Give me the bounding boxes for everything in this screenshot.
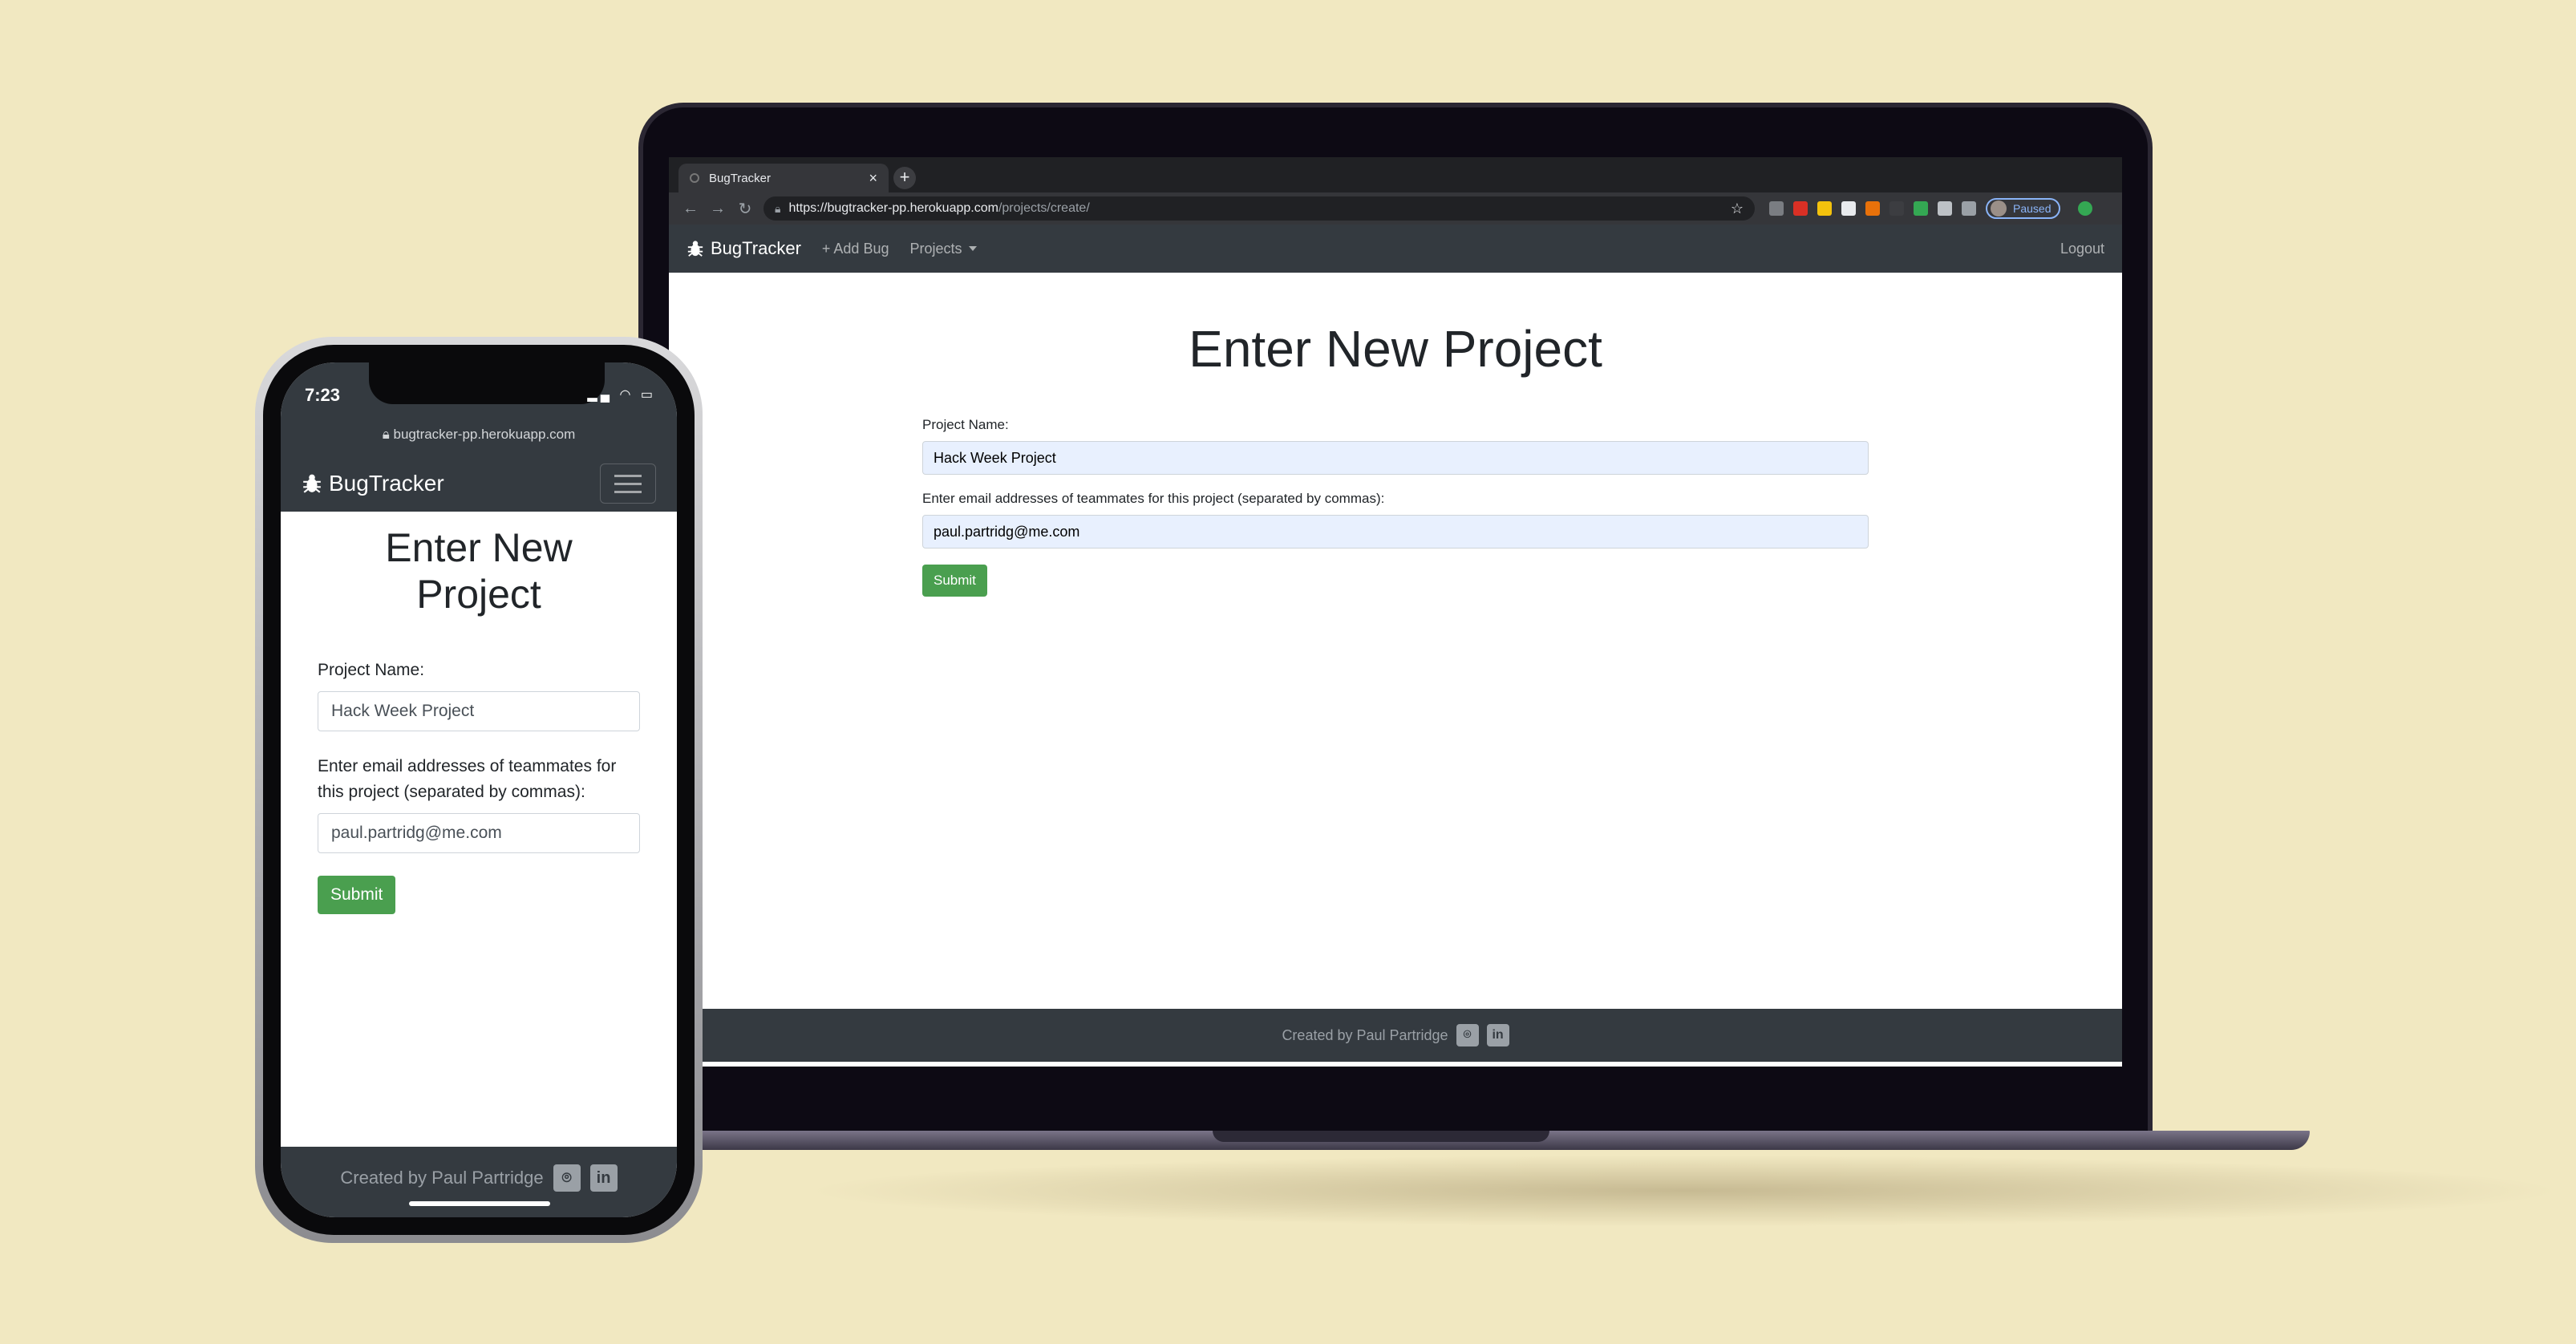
- browser-tab[interactable]: BugTracker ×: [678, 164, 889, 192]
- phone-url: bugtracker-pp.herokuapp.com: [393, 427, 576, 442]
- linkedin-icon[interactable]: in: [589, 1164, 618, 1192]
- phone-screen: 7:23 ▂▄ ◠ ▭ 🔒︎ bugtracker-pp.herokuapp.c…: [281, 362, 677, 1217]
- main-content: Enter New Project Project Name: Hack Wee…: [669, 273, 2122, 1009]
- home-indicator[interactable]: [409, 1201, 550, 1206]
- new-tab-button[interactable]: +: [893, 167, 916, 189]
- lock-icon: 🔒︎: [775, 201, 781, 215]
- back-arrow-icon[interactable]: ←: [677, 200, 704, 218]
- menu-toggle-button[interactable]: [600, 464, 656, 504]
- new-project-form: Project Name: Hack Week Project Enter em…: [922, 417, 1869, 597]
- laptop-screen: BugTracker × + ← → ↻ 🔒︎ https://bugtrack…: [669, 157, 2122, 1067]
- browser-toolbar: ← → ↻ 🔒︎ https://bugtracker-pp.herokuapp…: [669, 192, 2122, 225]
- close-icon[interactable]: ×: [869, 170, 877, 187]
- app-navbar: BugTracker + Add Bug Projects Logout: [669, 225, 2122, 273]
- extensions-bar: Paused: [1769, 198, 2093, 219]
- submit-button[interactable]: Submit: [922, 565, 987, 597]
- phone-status-bar: 7:23 ▂▄ ◠ ▭ 🔒︎ bugtracker-pp.herokuapp.c…: [281, 362, 677, 455]
- extension-icon[interactable]: [1865, 201, 1880, 216]
- project-name-label: Project Name:: [318, 661, 425, 679]
- page-title: Enter New Project: [385, 525, 573, 617]
- hamburger-icon: [614, 474, 642, 477]
- page-title: Enter New Project: [1189, 320, 1602, 378]
- globe-icon: [690, 173, 699, 183]
- lock-icon: 🔒︎: [382, 427, 394, 442]
- url-host: https://bugtracker-pp.herokuapp.com: [788, 201, 998, 215]
- browser-tab-title: BugTracker: [709, 171, 771, 185]
- puzzle-icon[interactable]: [1962, 201, 1976, 216]
- avatar: [1991, 200, 2007, 217]
- brand-link[interactable]: BugTracker: [302, 471, 444, 496]
- nav-logout[interactable]: Logout: [2060, 241, 2104, 257]
- brand-name: BugTracker: [329, 471, 444, 496]
- emails-input[interactable]: paul.partridg@me.com: [922, 515, 1869, 549]
- laptop-hinge: [1213, 1131, 1549, 1142]
- extension-icon[interactable]: [1889, 201, 1904, 216]
- url-path: /projects/create/: [998, 201, 1090, 215]
- footer-credit: Created by Paul Partridge: [340, 1168, 544, 1188]
- extension-icon[interactable]: [1938, 201, 1952, 216]
- phone-frame: 7:23 ▂▄ ◠ ▭ 🔒︎ bugtracker-pp.herokuapp.c…: [255, 337, 703, 1243]
- forward-arrow-icon[interactable]: →: [704, 200, 731, 218]
- bug-icon: [687, 241, 703, 257]
- brand-link[interactable]: BugTracker: [687, 238, 801, 259]
- phone-navbar: BugTracker: [281, 455, 677, 512]
- laptop-shadow: [802, 1155, 2566, 1227]
- bug-icon: [303, 474, 321, 493]
- bookmark-star-icon[interactable]: ☆: [1731, 200, 1744, 217]
- footer-credit: Created by Paul Partridge: [1282, 1026, 1448, 1043]
- profile-status: Paused: [2013, 202, 2051, 215]
- signal-wifi-battery-icon: ▂▄ ◠ ▭: [587, 388, 656, 402]
- reload-icon[interactable]: ↻: [731, 199, 759, 219]
- project-name-input[interactable]: Hack Week Project: [318, 691, 640, 731]
- phone-bezel: 7:23 ▂▄ ◠ ▭ 🔒︎ bugtracker-pp.herokuapp.c…: [263, 345, 695, 1235]
- new-project-form: Project Name: Hack Week Project Enter em…: [318, 658, 640, 914]
- extension-icon[interactable]: [1769, 201, 1784, 216]
- submit-button[interactable]: Submit: [318, 876, 396, 914]
- linkedin-icon[interactable]: in: [1486, 1024, 1509, 1046]
- nav-add-bug[interactable]: + Add Bug: [822, 241, 889, 257]
- github-icon[interactable]: ⌾: [1456, 1024, 1479, 1046]
- emails-label: Enter email addresses of teammates for t…: [922, 491, 1385, 506]
- phone-footer: Created by Paul Partridge ⌾ in: [281, 1147, 677, 1217]
- phone-url-bar[interactable]: 🔒︎ bugtracker-pp.herokuapp.com: [281, 427, 677, 443]
- emails-label: Enter email addresses of teammates for t…: [318, 757, 617, 801]
- brand-name: BugTracker: [711, 238, 801, 258]
- project-name-input[interactable]: Hack Week Project: [922, 441, 1869, 475]
- project-name-label: Project Name:: [922, 417, 1009, 432]
- emails-input[interactable]: paul.partridg@me.com: [318, 813, 640, 853]
- adblock-icon[interactable]: [1793, 201, 1808, 216]
- phone-notch: [369, 362, 605, 404]
- extension-icon[interactable]: [1914, 201, 1928, 216]
- phone-time: 7:23: [305, 385, 341, 405]
- address-bar[interactable]: 🔒︎ https://bugtracker-pp.herokuapp.com/p…: [763, 196, 1755, 221]
- browser-tab-strip: BugTracker × +: [669, 157, 2122, 192]
- profile-button[interactable]: Paused: [1986, 198, 2061, 219]
- nav-projects-dropdown[interactable]: Projects: [909, 241, 976, 257]
- phone-main-content: Enter New Project Project Name: Hack Wee…: [281, 512, 677, 1147]
- extension-icon[interactable]: [1841, 201, 1856, 216]
- extension-icon[interactable]: [1817, 201, 1832, 216]
- app-footer: Created by Paul Partridge ⌾ in: [669, 1009, 2122, 1062]
- update-icon[interactable]: [2078, 201, 2093, 216]
- github-icon[interactable]: ⌾: [553, 1164, 581, 1192]
